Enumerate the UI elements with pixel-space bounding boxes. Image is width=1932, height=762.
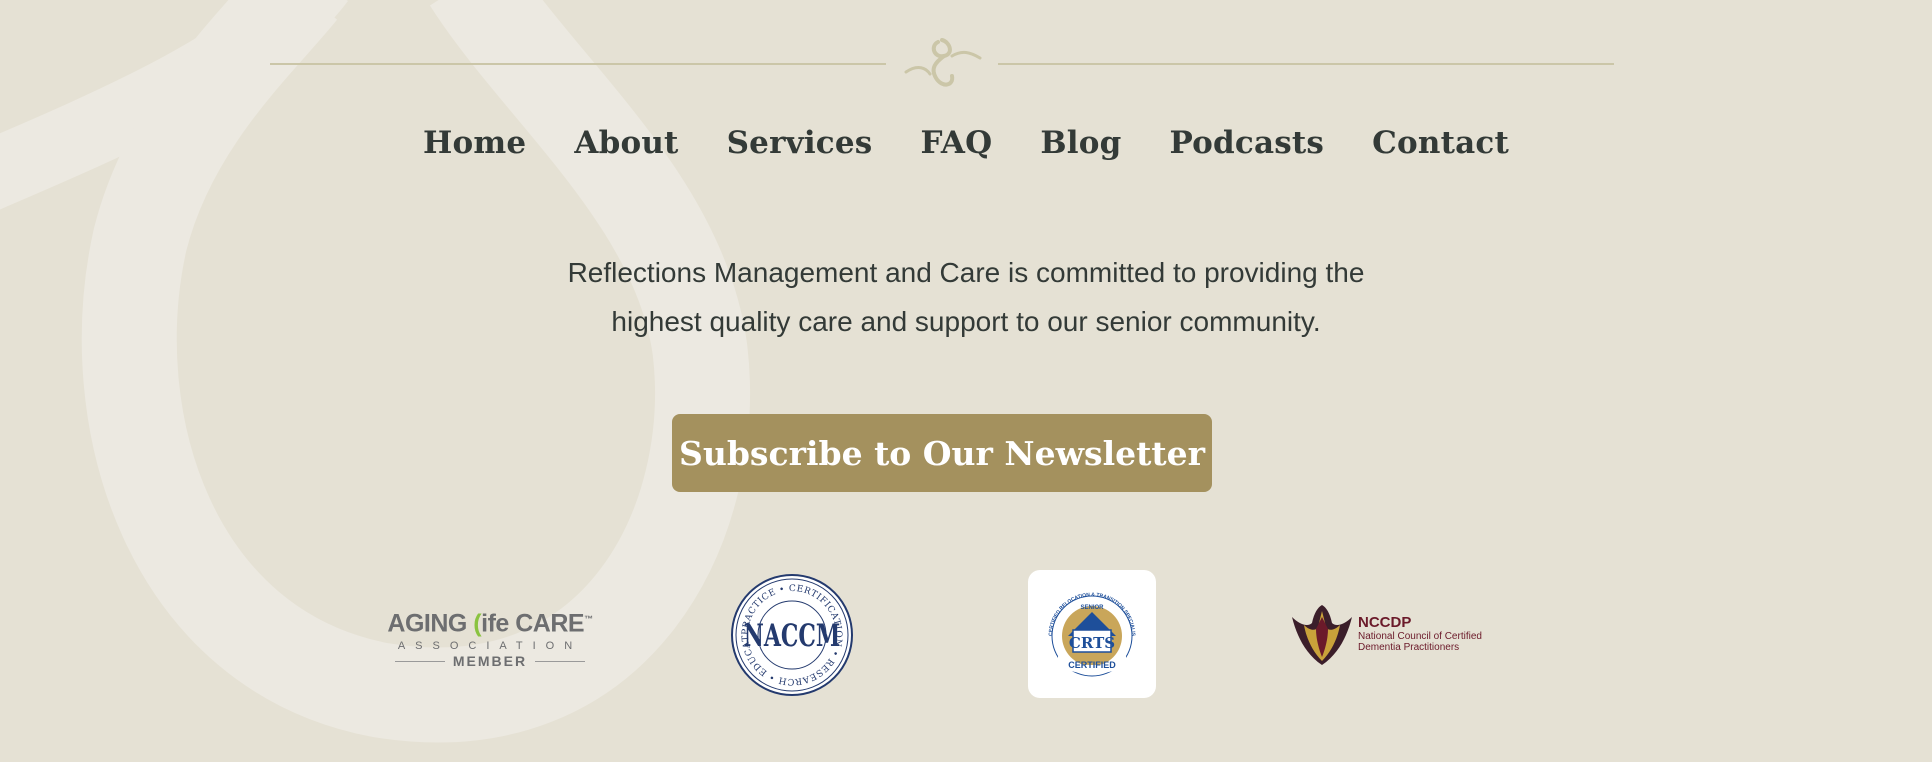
swirl-ornament-icon <box>904 38 982 87</box>
nav-link-services[interactable]: Services <box>727 125 873 161</box>
crts-certified-text: CERTIFIED <box>1068 660 1116 670</box>
alca-word-life-care: ife CARE <box>481 609 585 638</box>
crts-certified-badge[interactable]: CERTIFIED RELOCATION & TRANSITION SPECIA… <box>1026 566 1156 698</box>
nccdp-fan-icon <box>1292 605 1352 665</box>
crts-senior-text: SENIOR <box>1080 605 1104 611</box>
alca-member-text: MEMBER <box>452 653 528 670</box>
alca-rule-left <box>394 660 445 662</box>
nav-link-faq[interactable]: FAQ <box>920 125 992 161</box>
alca-word-aging: AGING <box>387 609 474 638</box>
mission-line-2: highest quality care and support to our … <box>611 306 1321 337</box>
footer-nav: Home About Services FAQ Blog Podcasts Co… <box>0 125 1932 161</box>
alca-association-text: ASSOCIATION <box>397 640 583 653</box>
nav-link-home[interactable]: Home <box>423 125 526 161</box>
nccdp-subtitle-line-2: Dementia Practitioners <box>1358 642 1460 653</box>
mission-line-1: Reflections Management and Care is commi… <box>567 257 1365 288</box>
mission-statement: Reflections Management and Care is commi… <box>0 248 1932 346</box>
crts-center-text: CRTS <box>1069 634 1115 652</box>
affiliation-logos: AGING (ife CARE™ ASSOCIATION MEMBER PRAC… <box>0 566 1932 698</box>
subscribe-newsletter-button[interactable]: Subscribe to Our Newsletter <box>672 414 1212 492</box>
nccdp-subtitle-line-1: National Council of Certified <box>1358 631 1482 642</box>
aging-life-care-member-logo[interactable]: AGING (ife CARE™ ASSOCIATION MEMBER <box>385 606 595 669</box>
divider-left <box>270 63 886 65</box>
nccdp-text-block: NCCDP National Council of Certified Deme… <box>1358 614 1482 654</box>
nav-link-podcasts[interactable]: Podcasts <box>1169 125 1324 161</box>
nccdp-title: NCCDP <box>1358 614 1412 631</box>
alca-member-row: MEMBER <box>385 653 595 669</box>
nccdp-logo[interactable]: NCCDP National Council of Certified Deme… <box>1290 603 1510 667</box>
nav-link-about[interactable]: About <box>574 125 678 161</box>
nav-link-blog[interactable]: Blog <box>1040 125 1121 161</box>
crts-badge-icon: CERTIFIED RELOCATION & TRANSITION SPECIA… <box>1026 566 1136 677</box>
alca-wordmark: AGING (ife CARE™ <box>385 606 595 636</box>
subscribe-button-label: Subscribe to Our Newsletter <box>679 433 1205 473</box>
divider-right <box>998 63 1614 65</box>
naccm-seal-logo[interactable]: PRACTICE • CERTIFICATION • RESEARCH • ED… <box>730 573 854 697</box>
alca-leaf-mark: ( <box>473 609 482 638</box>
alca-rule-right <box>535 660 586 662</box>
naccm-center-text: NACCM <box>744 618 841 654</box>
alca-trademark: ™ <box>584 614 593 624</box>
nav-link-contact[interactable]: Contact <box>1372 125 1509 161</box>
